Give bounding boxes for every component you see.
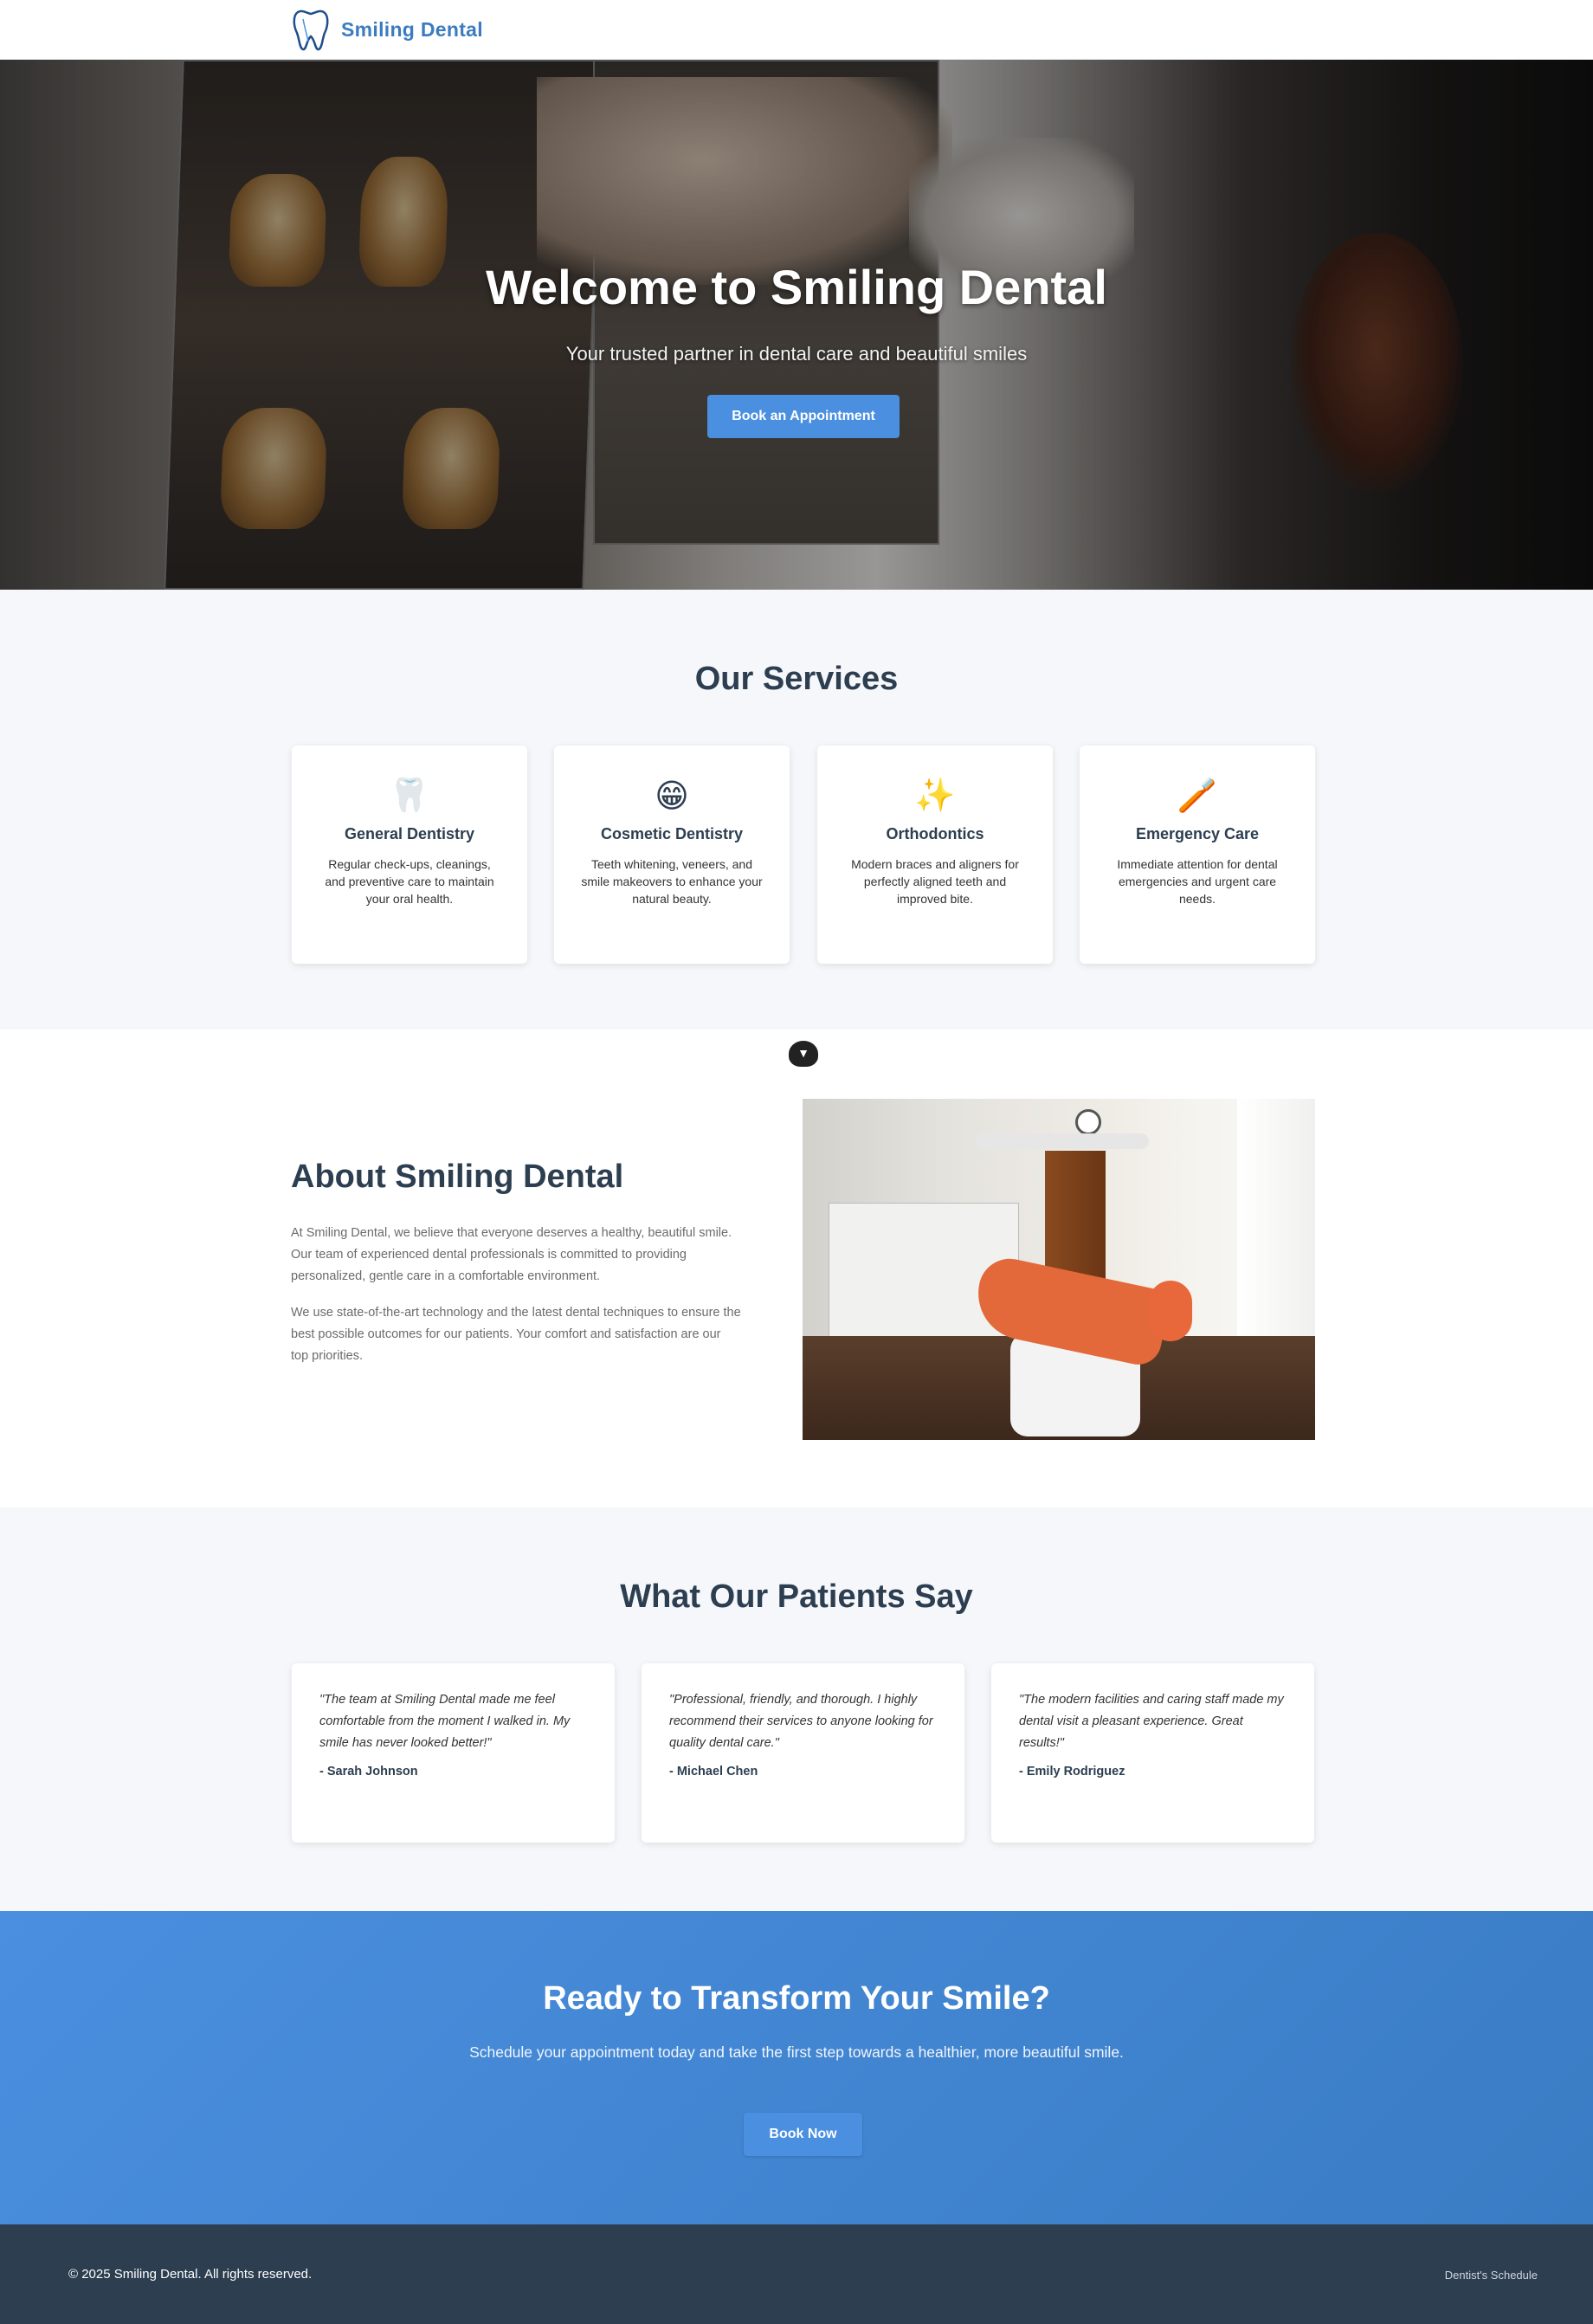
copyright-text: © 2025 Smiling Dental. All rights reserv… — [68, 2267, 313, 2282]
service-description: Teeth whitening, veneers, and smile make… — [581, 857, 763, 906]
testimonials-section: What Our Patients Say "The team at Smili… — [0, 1507, 1593, 1911]
service-card-general-dentistry[interactable]: 🦷 General Dentistry Regular check-ups, c… — [292, 746, 527, 964]
testimonial-author: - Michael Chen — [669, 1765, 758, 1779]
hero-overlay — [0, 60, 1593, 590]
service-card-orthodontics[interactable]: ✨ Orthodontics Modern braces and aligner… — [817, 746, 1053, 964]
testimonial-author: - Emily Rodriguez — [1019, 1765, 1125, 1779]
site-header: Smiling Dental — [0, 0, 1593, 60]
service-card-emergency-care[interactable]: 🪥 Emergency Care Immediate attention for… — [1080, 746, 1315, 964]
clinic-photo — [803, 1099, 1315, 1440]
testimonial-quote: "The modern facilities and caring staff … — [1019, 1693, 1284, 1750]
services-section: Our Services 🦷 General Dentistry Regular… — [0, 590, 1593, 1030]
service-card-cosmetic-dentistry[interactable]: 😁 Cosmetic Dentistry Teeth whitening, ve… — [554, 746, 790, 964]
grin-icon: 😁 — [655, 778, 689, 815]
testimonial-quote: "Professional, friendly, and thorough. I… — [669, 1693, 933, 1750]
testimonial-author: - Sarah Johnson — [319, 1765, 418, 1779]
chevron-down-icon[interactable]: ▼ — [789, 1041, 818, 1067]
book-appointment-button[interactable]: Book an Appointment — [707, 395, 900, 438]
about-paragraph: We use state-of-the-art technology and t… — [291, 1306, 741, 1363]
tooth-icon: 🦷 — [389, 778, 430, 814]
dentist-schedule-link[interactable]: Dentist's Schedule — [1445, 2269, 1538, 2282]
service-title: Orthodontics — [886, 825, 984, 842]
toothbrush-icon: 🪥 — [1177, 778, 1218, 814]
testimonial-quote: "The team at Smiling Dental made me feel… — [319, 1693, 571, 1750]
about-paragraph: At Smiling Dental, we believe that every… — [291, 1226, 732, 1283]
testimonial-card: "The modern facilities and caring staff … — [991, 1663, 1314, 1843]
hero-section: Welcome to Smiling Dental Your trusted p… — [0, 60, 1593, 590]
site-footer: © 2025 Smiling Dental. All rights reserv… — [0, 2224, 1593, 2324]
about-section — [0, 1030, 1593, 1507]
service-description: Modern braces and aligners for perfectly… — [851, 857, 1019, 906]
service-title: General Dentistry — [344, 825, 475, 842]
testimonial-card: "Professional, friendly, and thorough. I… — [642, 1663, 964, 1843]
hero-subtitle: Your trusted partner in dental care and … — [565, 343, 1028, 365]
services-title: Our Services — [694, 661, 899, 697]
logo[interactable]: Smiling Dental — [291, 7, 483, 52]
tooth-logo-icon — [293, 10, 329, 51]
cta-subtitle: Schedule your appointment today and take… — [469, 2043, 1124, 2061]
hero-title: Welcome to Smiling Dental — [486, 260, 1107, 314]
testimonial-card: "The team at Smiling Dental made me feel… — [292, 1663, 615, 1843]
cta-section: Ready to Transform Your Smile? Schedule … — [0, 1911, 1593, 2224]
service-title: Cosmetic Dentistry — [600, 825, 744, 842]
service-description: Regular check-ups, cleanings, and preven… — [325, 857, 494, 906]
sparkles-icon: ✨ — [914, 778, 956, 814]
service-description: Immediate attention for dental emergenci… — [1117, 857, 1278, 906]
about-title: About Smiling Dental — [291, 1159, 624, 1195]
testimonials-title: What Our Patients Say — [620, 1578, 973, 1615]
cta-title: Ready to Transform Your Smile? — [543, 1980, 1050, 2017]
brand-name: Smiling Dental — [341, 17, 483, 41]
book-now-button[interactable]: Book Now — [744, 2113, 862, 2156]
service-title: Emergency Care — [1135, 825, 1260, 842]
